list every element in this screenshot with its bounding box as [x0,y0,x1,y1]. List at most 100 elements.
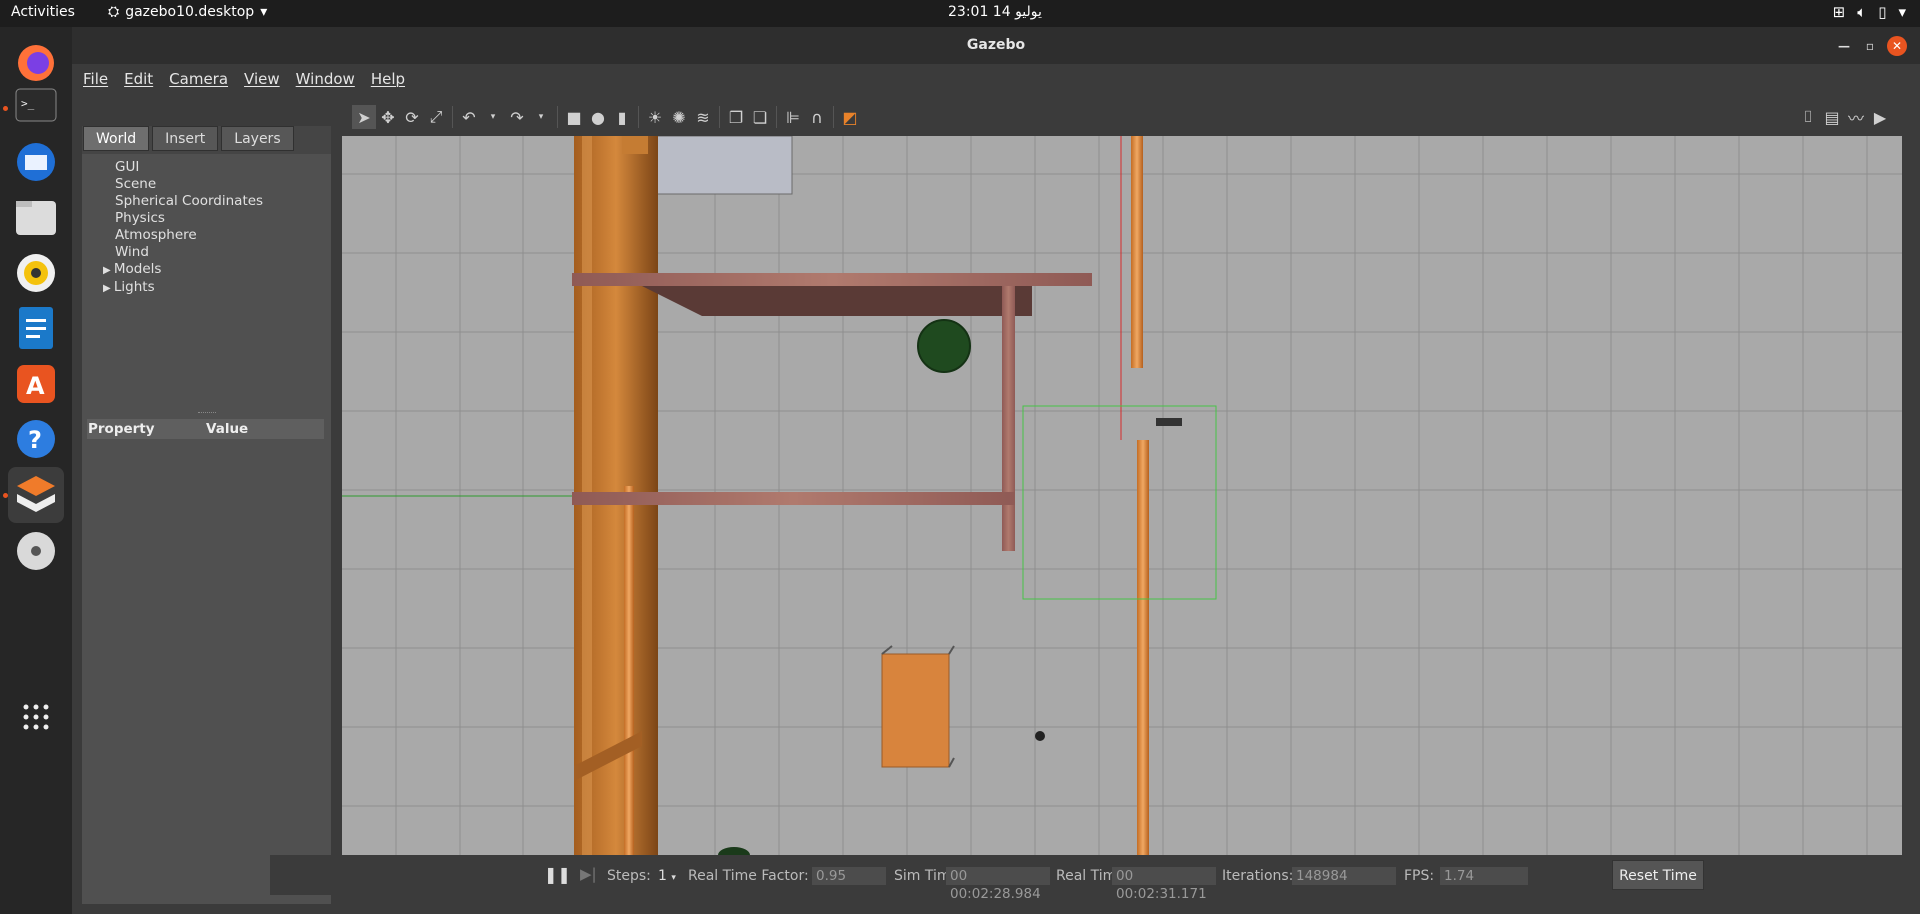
maximize-icon[interactable]: ▫ [1860,36,1880,56]
shelf-top-block [622,136,648,154]
menu-edit[interactable]: Edit [124,70,153,88]
real-time-factor-label: Real Time Factor: [688,868,809,884]
rhythmbox-icon[interactable] [8,245,64,301]
menu-help[interactable]: Help [371,70,405,88]
splitter-handle[interactable] [198,412,216,414]
svg-text:?: ? [28,426,42,454]
tab-world[interactable]: World [83,126,150,151]
activities-button[interactable]: Activities [11,4,75,20]
writer-icon[interactable] [8,300,64,356]
rotate-tool-icon[interactable]: ⟳ [400,105,424,129]
small-robot-model[interactable] [1035,731,1045,741]
video-record-icon[interactable]: ▶ [1868,105,1892,129]
shelf-post [624,486,634,855]
view-angle-icon[interactable]: ◩ [838,105,862,129]
iterations-label: Iterations: [1222,868,1294,884]
top-beam[interactable] [572,273,1092,286]
pause-icon[interactable]: ❚❚ [544,865,571,884]
log-icon[interactable]: ▤ [1820,105,1844,129]
small-dark-object[interactable] [1156,418,1182,426]
tab-insert[interactable]: Insert [152,126,219,151]
vertical-beam[interactable] [1002,286,1015,551]
pole-top-model[interactable] [1131,136,1143,368]
steps-label: Steps: [607,868,651,884]
tree-item-wind[interactable]: Wind [103,244,263,261]
app-menu[interactable]: ⛭ gazebo10.desktop ▾ [108,4,267,20]
expand-arrow-icon[interactable]: ▶ [103,283,114,294]
undo-icon[interactable]: ↶ [457,105,481,129]
steps-spinner[interactable]: 1 ▾ [658,868,676,884]
minimize-icon[interactable]: — [1834,36,1854,56]
pole-bottom-model[interactable] [1137,440,1149,855]
redo-icon[interactable]: ↷ [505,105,529,129]
property-column-header: Property [88,421,155,437]
network-icon: ⊞ [1832,3,1846,21]
apps-grid-icon[interactable] [8,689,64,745]
chevron-down-icon[interactable]: ▾ [529,105,553,129]
cylinder-shape-icon[interactable]: ▮ [610,105,634,129]
bottom-status-bar: ❚❚ ▶| Steps: 1 ▾ Real Time Factor: 0.95 … [270,855,1830,902]
middle-beam[interactable] [572,492,1015,505]
green-robot-model[interactable] [917,319,971,373]
clock[interactable]: 23:01 14 يوليو [948,4,1042,20]
copy-icon[interactable]: ❐ [724,105,748,129]
translate-tool-icon[interactable]: ✥ [376,105,400,129]
screenshot-icon[interactable]: ⌷ [1796,105,1820,129]
close-icon[interactable]: ✕ [1887,36,1907,56]
tab-layers[interactable]: Layers [221,126,294,151]
menu-camera[interactable]: Camera [169,70,228,88]
dock: >_ A ? [0,27,72,914]
menu-window[interactable]: Window [296,70,355,88]
tree-item-scene[interactable]: Scene [103,176,263,193]
expand-arrow-icon[interactable]: ▶ [103,265,114,276]
top-bar: Activities ⛭ gazebo10.desktop ▾ 23:01 14… [0,0,1920,27]
software-icon[interactable]: A [8,356,64,412]
property-header: Property Value [87,419,324,439]
tree-item-gui[interactable]: GUI [103,159,263,176]
gazebo-icon[interactable] [8,467,64,523]
window-titlebar: Gazebo — ▫ ✕ [72,27,1920,64]
battery-icon: ▯ [1878,3,1887,21]
spot-light-icon[interactable]: ✺ [667,105,691,129]
iterations-value: 148984 [1292,867,1396,885]
paste-icon[interactable]: ❏ [748,105,772,129]
menu-file[interactable]: File [83,70,108,88]
align-icon[interactable]: ⊫ [781,105,805,129]
tree-item-physics[interactable]: Physics [103,210,263,227]
help-icon[interactable]: ? [8,411,64,467]
chevron-down-icon: ▾ [260,4,268,20]
svg-text:A: A [26,372,45,400]
reset-time-button[interactable]: Reset Time [1612,860,1704,890]
files-icon[interactable] [8,189,64,245]
app-name: gazebo10.desktop [125,4,255,20]
chevron-down-icon[interactable]: ▾ [481,105,505,129]
value-column-header: Value [206,421,249,437]
scene-canvas[interactable] [342,136,1902,855]
directional-light-icon[interactable]: ≋ [691,105,715,129]
tree-item-models[interactable]: ▶ Models [103,261,263,279]
sphere-shape-icon[interactable]: ● [586,105,610,129]
beam-shadow [642,286,1032,316]
scale-tool-icon[interactable]: ⤢ [424,105,448,129]
real-time-factor-value: 0.95 [812,867,886,885]
wooden-table-model[interactable] [881,653,950,768]
tree-item-atmosphere[interactable]: Atmosphere [103,227,263,244]
dvd-icon[interactable] [8,523,64,579]
box-shape-icon[interactable]: ■ [562,105,586,129]
terminal-icon[interactable]: >_ [8,77,64,133]
thunderbird-icon[interactable] [8,134,64,190]
snap-icon[interactable]: ∩ [805,105,829,129]
3d-viewport[interactable] [342,136,1902,855]
system-tray[interactable]: ⊞ 🔈︎ ▯ ▾ [1833,3,1906,21]
point-light-icon[interactable]: ☀ [643,105,667,129]
tree-item-spherical-coordinates[interactable]: Spherical Coordinates [103,193,263,210]
step-icon[interactable]: ▶| [580,865,597,883]
fps-value: 1.74 [1440,867,1528,885]
plot-icon[interactable]: 〰 [1844,105,1868,129]
tree-item-lights[interactable]: ▶ Lights [103,279,263,297]
chevron-down-icon: ▾ [1898,3,1906,21]
gray-box-model[interactable] [655,136,793,195]
world-tree-pane: GUI Scene Spherical Coordinates Physics … [82,154,331,904]
menu-view[interactable]: View [244,70,280,88]
select-tool-icon[interactable]: ➤ [352,105,376,129]
